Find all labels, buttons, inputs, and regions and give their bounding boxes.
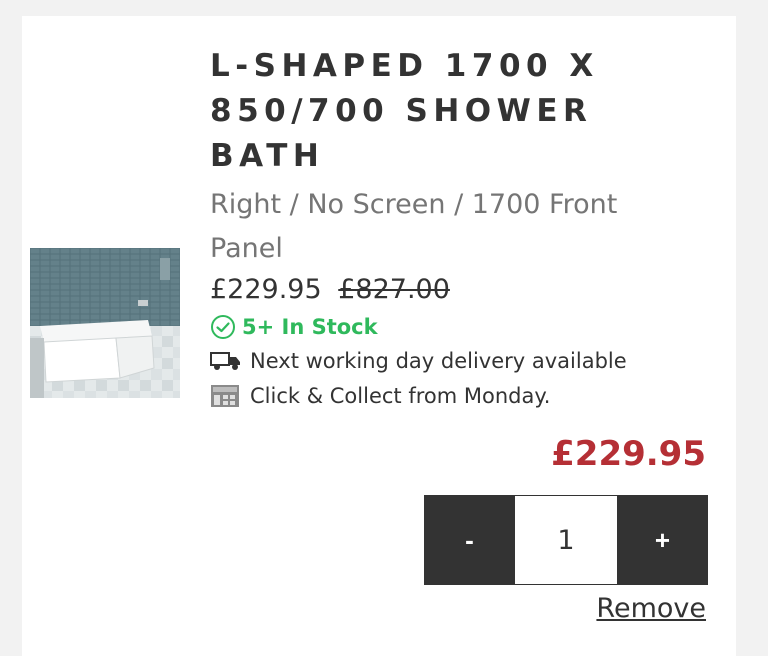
cart-item-card: L-SHAPED 1700 X 850/700 SHOWER BATH Righ… — [22, 16, 736, 656]
product-variant: Right / No Screen / 1700 Front Panel — [210, 189, 618, 264]
decrement-button[interactable]: - — [424, 495, 515, 585]
increment-button[interactable]: + — [617, 495, 708, 585]
stock-label: 5+ In Stock — [242, 315, 378, 339]
line-total: £229.95 — [551, 434, 706, 474]
delivery-truck-icon — [210, 348, 242, 374]
collect-info: Click & Collect from Monday. — [210, 381, 550, 411]
quantity-stepper: - 1 + — [424, 495, 708, 585]
delivery-info: Next working day delivery available — [210, 346, 627, 376]
collect-text: Click & Collect from Monday. — [250, 384, 551, 408]
delivery-text: Next working day delivery available — [250, 349, 627, 373]
check-circle-icon — [211, 315, 235, 339]
price-row: £229.95 £827.00 — [210, 272, 450, 308]
bath-image-icon — [30, 248, 180, 398]
was-price: £827.00 — [338, 274, 450, 305]
store-icon — [210, 383, 242, 409]
current-price: £229.95 — [210, 274, 322, 305]
quantity-input[interactable]: 1 — [515, 495, 617, 585]
product-title[interactable]: L-SHAPED 1700 X 850/700 SHOWER BATH — [210, 44, 650, 179]
product-image[interactable] — [30, 248, 180, 398]
stock-status: 5+ In Stock — [210, 313, 378, 341]
remove-link[interactable]: Remove — [596, 593, 706, 624]
